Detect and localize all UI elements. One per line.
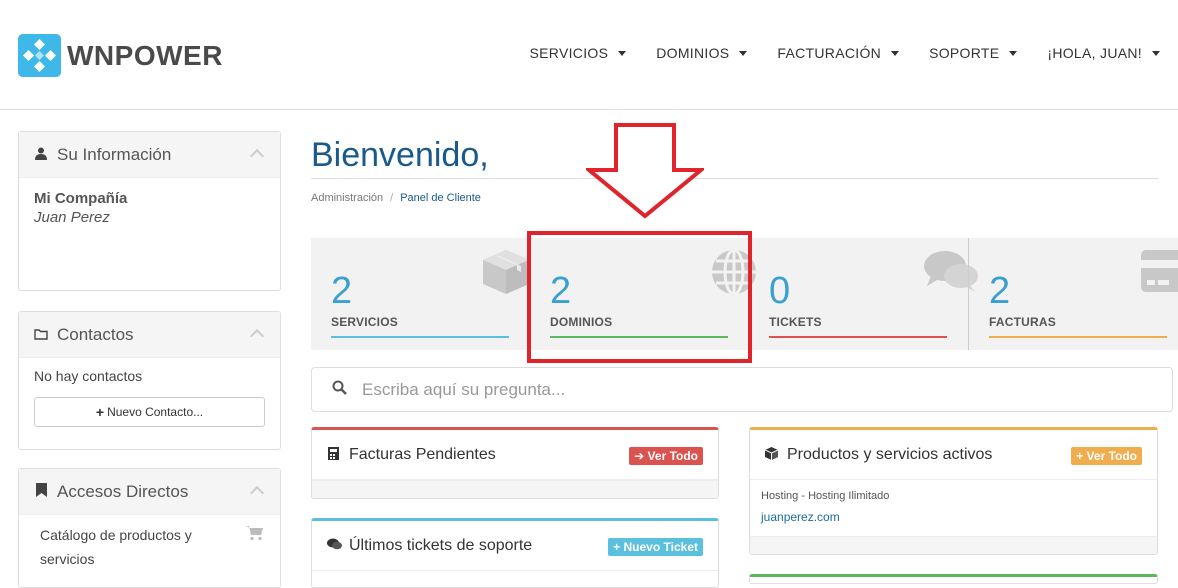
plus-icon: + bbox=[95, 404, 105, 420]
caret-down-icon bbox=[891, 50, 900, 56]
card-active-products-title: Productos y servicios activos bbox=[787, 445, 993, 463]
card-footer bbox=[312, 480, 718, 498]
view-all-products-button[interactable]: + Ver Todo bbox=[1071, 447, 1142, 465]
tile-services-label: SERVICIOS bbox=[331, 315, 398, 329]
user-name: Juan Perez bbox=[34, 209, 110, 226]
logo-mark-icon bbox=[18, 34, 61, 77]
panel-your-info-header[interactable]: Su Información bbox=[19, 132, 280, 178]
tile-services[interactable]: 2 SERVICIOS bbox=[311, 238, 530, 350]
nav-domains[interactable]: DOMINIOS bbox=[656, 45, 748, 61]
user-icon bbox=[34, 147, 48, 163]
no-contacts-text: No hay contactos bbox=[34, 368, 143, 384]
tile-services-bar bbox=[331, 336, 509, 338]
nav-support[interactable]: SOPORTE bbox=[929, 45, 1018, 61]
calculator-icon bbox=[327, 446, 339, 463]
card-recent-tickets-title: Últimos tickets de soporte bbox=[349, 536, 533, 554]
card-recent-tickets: Últimos tickets de soporte + Nuevo Ticke… bbox=[311, 518, 719, 588]
folder-icon bbox=[34, 327, 48, 343]
panel-contacts: Contactos No hay contactos + Nuevo Conta… bbox=[18, 311, 281, 450]
caret-down-icon bbox=[618, 50, 627, 56]
view-all-invoices-label: Ver Todo bbox=[647, 449, 698, 463]
tile-tickets[interactable]: 0 TICKETS bbox=[749, 238, 978, 350]
breadcrumb-separator: / bbox=[390, 192, 394, 204]
top-navbar: WNPOWER SERVICIOS DOMINIOS FACTURACIÓN S… bbox=[0, 0, 1178, 110]
card-partial bbox=[749, 574, 1158, 584]
chevron-up-icon[interactable] bbox=[249, 328, 265, 344]
panel-shortcuts-header[interactable]: Accesos Directos bbox=[19, 469, 280, 515]
nav-domains-label: DOMINIOS bbox=[656, 45, 730, 61]
card-pending-invoices-header: Facturas Pendientes ➔ Ver Todo bbox=[312, 430, 718, 480]
new-contact-button[interactable]: + Nuevo Contacto... bbox=[34, 397, 265, 427]
search-placeholder: Escriba aquí su pregunta... bbox=[362, 379, 566, 399]
panel-shortcuts: Accesos Directos Catálogo de productos y… bbox=[18, 468, 281, 588]
shopping-cart-icon bbox=[246, 525, 264, 546]
brand-logo[interactable]: WNPOWER bbox=[18, 34, 223, 77]
view-all-invoices-button[interactable]: ➔ Ver Todo bbox=[629, 447, 703, 465]
new-contact-label: Nuevo Contacto... bbox=[107, 405, 204, 419]
nav-account[interactable]: ¡HOLA, JUAN! bbox=[1047, 45, 1160, 61]
new-ticket-label: Nuevo Ticket bbox=[623, 540, 698, 554]
bookmark-icon bbox=[34, 483, 48, 500]
nav-billing[interactable]: FACTURACIÓN bbox=[777, 45, 900, 61]
panel-your-info: Su Información Mi Compañía Juan Perez bbox=[18, 131, 281, 291]
chevron-up-icon[interactable] bbox=[249, 148, 265, 164]
search-icon bbox=[332, 380, 347, 400]
page-title: Bienvenido, bbox=[311, 136, 489, 174]
view-all-products-label: Ver Todo bbox=[1086, 449, 1137, 463]
card-active-products-header: Productos y servicios activos + Ver Todo bbox=[750, 430, 1157, 480]
panel-your-info-title: Su Información bbox=[57, 144, 172, 164]
tile-invoices-value: 2 bbox=[989, 270, 1011, 312]
cube-icon bbox=[481, 248, 531, 301]
down-arrow-icon bbox=[586, 123, 704, 219]
comments-icon bbox=[327, 538, 342, 553]
nav-services[interactable]: SERVICIOS bbox=[530, 45, 627, 61]
card-pending-invoices: Facturas Pendientes ➔ Ver Todo bbox=[311, 427, 719, 499]
tile-invoices-bar bbox=[989, 336, 1167, 338]
nav-support-label: SOPORTE bbox=[929, 45, 1000, 61]
card-pending-invoices-title: Facturas Pendientes bbox=[349, 445, 496, 463]
chevron-up-icon[interactable] bbox=[249, 485, 265, 501]
brand-name: WNPOWER bbox=[67, 39, 223, 71]
tile-tickets-label: TICKETS bbox=[769, 315, 822, 329]
panel-contacts-header[interactable]: Contactos bbox=[19, 312, 280, 358]
caret-down-icon bbox=[739, 50, 748, 56]
breadcrumb-root[interactable]: Administración bbox=[311, 192, 383, 204]
title-divider bbox=[311, 178, 1158, 179]
nav-services-label: SERVICIOS bbox=[529, 45, 609, 61]
new-ticket-button[interactable]: + Nuevo Ticket bbox=[608, 538, 703, 556]
tile-tickets-value: 0 bbox=[769, 270, 791, 312]
tile-invoices-label: FACTURAS bbox=[989, 315, 1056, 329]
card-footer bbox=[750, 536, 1157, 554]
product-item[interactable]: Hosting - Hosting Ilimitado bbox=[761, 490, 1146, 502]
caret-down-icon bbox=[1152, 50, 1160, 56]
tile-tickets-bar bbox=[769, 336, 947, 338]
nav-billing-label: FACTURACIÓN bbox=[777, 45, 882, 61]
highlight-box bbox=[527, 231, 752, 363]
card-recent-tickets-header: Últimos tickets de soporte + Nuevo Ticke… bbox=[312, 521, 718, 571]
kb-search-input[interactable]: Escriba aquí su pregunta... bbox=[311, 367, 1173, 412]
company-name: Mi Compañía bbox=[34, 190, 128, 207]
panel-shortcuts-title: Accesos Directos bbox=[57, 481, 189, 501]
breadcrumb: Administración / Panel de Cliente bbox=[311, 192, 481, 204]
tile-services-value: 2 bbox=[331, 270, 353, 312]
main-nav: SERVICIOS DOMINIOS FACTURACIÓN SOPORTE ¡… bbox=[530, 45, 1178, 61]
credit-card-icon bbox=[1141, 250, 1178, 297]
caret-down-icon bbox=[1009, 50, 1018, 56]
nav-account-label: ¡HOLA, JUAN! bbox=[1047, 45, 1142, 61]
card-active-products: Productos y servicios activos + Ver Todo… bbox=[749, 427, 1158, 555]
product-domain-link[interactable]: juanperez.com bbox=[761, 510, 1146, 524]
breadcrumb-current: Panel de Cliente bbox=[400, 192, 481, 204]
tile-invoices[interactable]: 2 FACTURAS bbox=[969, 238, 1178, 350]
panel-contacts-title: Contactos bbox=[57, 324, 134, 344]
cube-icon bbox=[764, 446, 779, 463]
shortcut-catalog-link[interactable]: Catálogo de productos y servicios bbox=[34, 523, 214, 571]
